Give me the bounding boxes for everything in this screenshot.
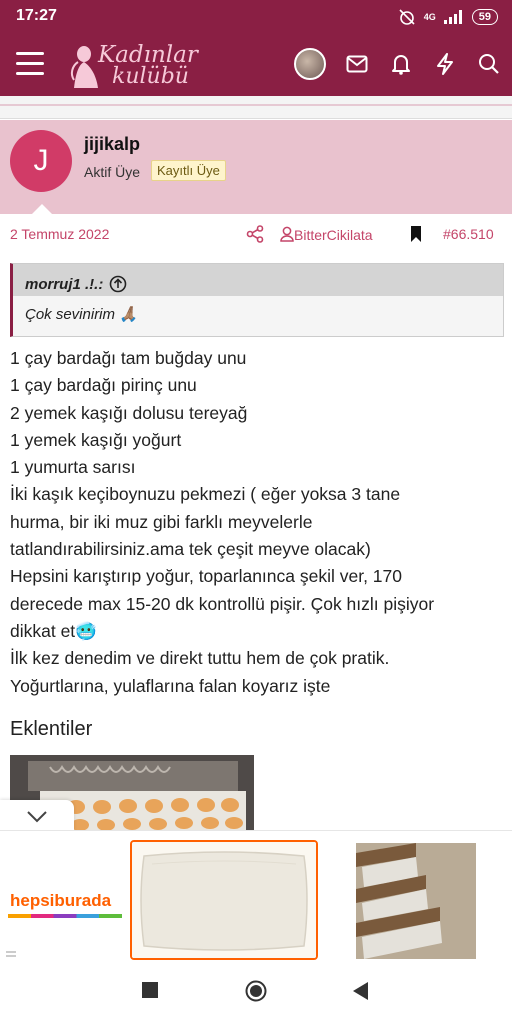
menu-icon[interactable] <box>16 52 44 76</box>
user-badge: Kayıtlı Üye <box>151 160 226 181</box>
post-line: tatlandırabilirsiniz.ama tek çeşit meyve… <box>10 539 371 560</box>
profile-avatar[interactable] <box>294 48 326 80</box>
search-icon[interactable] <box>476 51 502 77</box>
network-label: 4G <box>423 12 436 22</box>
user-title: Aktif Üye <box>84 164 141 180</box>
back-triangle-icon[interactable] <box>353 982 369 1000</box>
logo-line2: kulübü <box>112 64 189 89</box>
battery-level: 59 <box>471 9 498 25</box>
post-line: 1 yumurta sarısı <box>10 457 136 478</box>
ad-options-icon[interactable] <box>6 951 16 959</box>
status-bar: 17:27 4G 59 <box>0 0 512 34</box>
mail-icon[interactable] <box>344 51 370 77</box>
post-line: İki kaşık keçiboynuzu pekmezi ( eğer yok… <box>10 484 401 505</box>
post-line: 2 yemek kaşığı dolusu tereyağ <box>10 402 248 423</box>
reaction-author-link[interactable]: BitterCikilata <box>280 226 373 243</box>
ad-banner[interactable]: hepsiburada <box>0 830 512 965</box>
post-line: dikkat et🥶 <box>10 620 97 641</box>
home-circle-icon[interactable] <box>245 980 267 1002</box>
post-line: hurma, bir iki muz gibi farklı meyvelerl… <box>10 511 313 532</box>
app-bar-actions <box>294 48 502 80</box>
share-icon[interactable] <box>246 225 264 246</box>
user-box-pointer <box>32 204 52 214</box>
post-number[interactable]: #66.510 <box>443 226 494 242</box>
quote-text: Çok sevinirim 🙏🏽 <box>25 306 138 323</box>
ad-product-stairs[interactable] <box>356 843 476 959</box>
post-body: 1 çay bardağı tam buğday unu 1 çay barda… <box>10 345 504 700</box>
status-time: 17:27 <box>16 7 57 24</box>
ad-brand-underline <box>8 914 122 918</box>
post-date[interactable]: 2 Temmuz 2022 <box>10 226 109 242</box>
ad-collapse-toggle[interactable] <box>0 800 74 832</box>
stop-icon[interactable] <box>142 982 158 998</box>
bookmark-icon[interactable] <box>409 225 423 246</box>
bolt-icon[interactable] <box>432 51 458 77</box>
attachments-heading: Eklentiler <box>10 718 93 740</box>
post-user-box: J jijikalp Aktif Üye Kayıtlı Üye <box>0 120 512 214</box>
post-line: Yoğurtlarına, yulaflarına falan koyarız … <box>10 675 331 696</box>
arrow-up-circle-icon[interactable] <box>109 275 127 293</box>
site-logo[interactable]: Kadınlar kulübü <box>68 40 198 90</box>
quote-block: morruj1 .!.: Çok sevinirim 🙏🏽 <box>10 263 504 337</box>
user-avatar[interactable]: J <box>10 130 72 192</box>
user-icon <box>280 226 294 242</box>
system-nav-bar <box>0 964 512 1024</box>
post-line: derecede max 15-20 dk kontrollü pişir. Ç… <box>10 593 435 614</box>
author-name: BitterCikilata <box>294 227 373 243</box>
ad-brand[interactable]: hepsiburada <box>10 891 111 911</box>
ad-product-pillow[interactable] <box>130 840 318 960</box>
username[interactable]: jijikalp <box>84 134 140 155</box>
post-line: 1 çay bardağı tam buğday unu <box>10 348 247 368</box>
post-line: 1 çay bardağı pirinç unu <box>10 375 197 396</box>
post-line: Hepsini karıştırıp yoğur, toparlanınca ş… <box>10 566 403 587</box>
status-icons: 4G 59 <box>398 8 498 26</box>
previous-post-edge <box>0 96 512 119</box>
app-bar: Kadınlar kulübü <box>0 34 512 96</box>
post-line: 1 yemek kaşığı yoğurt <box>10 429 182 450</box>
quote-header[interactable]: morruj1 .!.: <box>13 264 503 296</box>
quote-author: morruj1 .!.: <box>25 275 104 293</box>
post-meta: 2 Temmuz 2022 BitterCikilata #66.510 <box>0 216 512 254</box>
signal-icon <box>443 10 462 24</box>
logo-mark-icon <box>70 46 98 88</box>
post-line: İlk kez denedim ve direkt tuttu hem de ç… <box>10 648 390 669</box>
bell-icon[interactable] <box>388 51 414 77</box>
chevron-down-icon[interactable] <box>26 810 48 824</box>
alarm-off-icon <box>399 9 415 25</box>
